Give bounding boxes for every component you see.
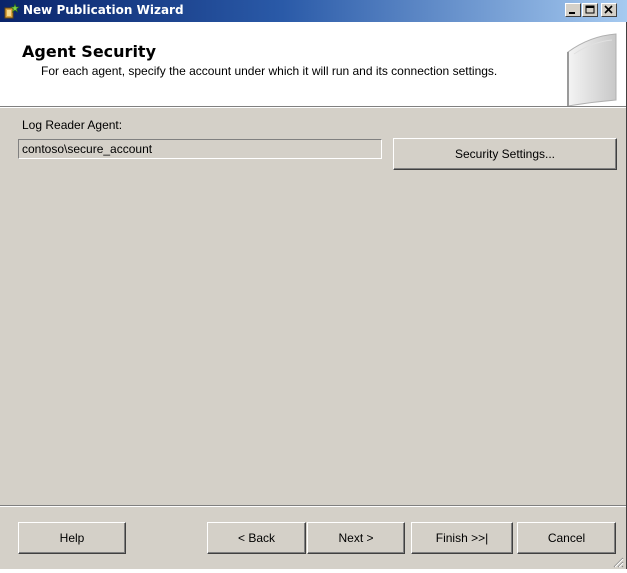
wizard-window: New Publication Wizard Agent Security Fo… [0, 0, 627, 569]
title-bar[interactable]: New Publication Wizard [0, 0, 627, 22]
wizard-app-icon [3, 2, 21, 20]
header-divider [0, 107, 626, 108]
page-title: Agent Security [22, 42, 156, 61]
security-settings-button[interactable]: Security Settings... [393, 138, 617, 170]
cancel-button[interactable]: Cancel [517, 522, 616, 554]
close-button[interactable] [601, 3, 617, 17]
help-button[interactable]: Help [18, 522, 126, 554]
finish-button[interactable]: Finish >>| [411, 522, 513, 554]
page-subtitle: For each agent, specify the account unde… [41, 64, 498, 78]
minimize-icon [569, 12, 575, 14]
log-reader-agent-label: Log Reader Agent: [22, 118, 123, 132]
back-button[interactable]: < Back [207, 522, 306, 554]
window-title: New Publication Wizard [23, 3, 184, 17]
maximize-icon [585, 5, 595, 14]
close-icon [604, 5, 613, 14]
next-button[interactable]: Next > [307, 522, 405, 554]
footer-divider [0, 505, 626, 507]
resize-grip-icon[interactable] [612, 555, 624, 568]
wizard-book-icon [560, 30, 620, 107]
maximize-button[interactable] [582, 3, 598, 17]
wizard-header: Agent Security For each agent, specify t… [0, 22, 626, 107]
minimize-button[interactable] [565, 3, 581, 17]
account-field: contoso\secure_account [18, 139, 382, 159]
